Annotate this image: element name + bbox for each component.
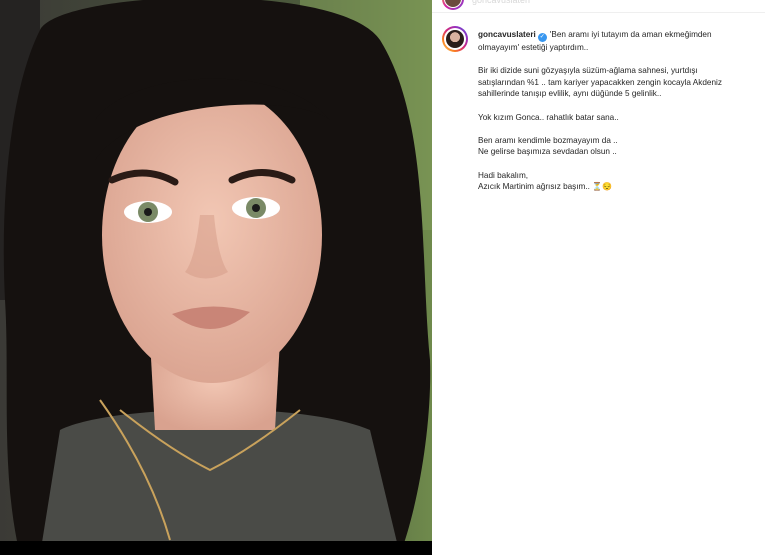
- post-header: goncavuslateri: [432, 0, 765, 13]
- caption-p4-l2: Ne gelirse başımıza sevdadan olsun ..: [478, 147, 617, 157]
- caption-text: goncavuslateri ✓ 'Ben aramı iyi tutayım da…: [478, 29, 753, 204]
- caption-p2-l3: sahillerinde tanışıp evlilik, aynı düğün…: [478, 89, 662, 99]
- verified-badge-icon: ✓: [537, 33, 547, 42]
- caption-p2-l2: satışlarından %1 .. tam kariyer yapacakk…: [478, 77, 722, 87]
- caption-p5-l2: Azıcık Martinim ağrısız başım..: [478, 182, 590, 192]
- header-avatar[interactable]: [442, 0, 464, 10]
- caption-p5-l1: Hadi bakalım,: [478, 170, 529, 180]
- caption-p3: Yok kızım Gonca.. rahatlık batar sana..: [478, 112, 619, 122]
- caption-avatar[interactable]: [442, 26, 468, 52]
- hourglass-sad-emoji-icon: ⏳😔: [592, 182, 613, 192]
- comment-panel: goncavuslateri goncavuslateri ✓ 'Ben aramı…: [432, 0, 765, 555]
- photo-bottom-bar: [0, 541, 432, 555]
- caption-p2-l1: Bir iki dizide suni gözyaşıyla süzüm-ağl…: [478, 66, 698, 76]
- caption-p4-l1: Ben aramı kendimle bozmayayım da ..: [478, 135, 618, 145]
- header-username[interactable]: goncavuslateri: [472, 0, 530, 5]
- caption-username[interactable]: goncavuslateri: [478, 30, 536, 39]
- post-photo[interactable]: [0, 0, 432, 555]
- selfie-image: [0, 0, 432, 555]
